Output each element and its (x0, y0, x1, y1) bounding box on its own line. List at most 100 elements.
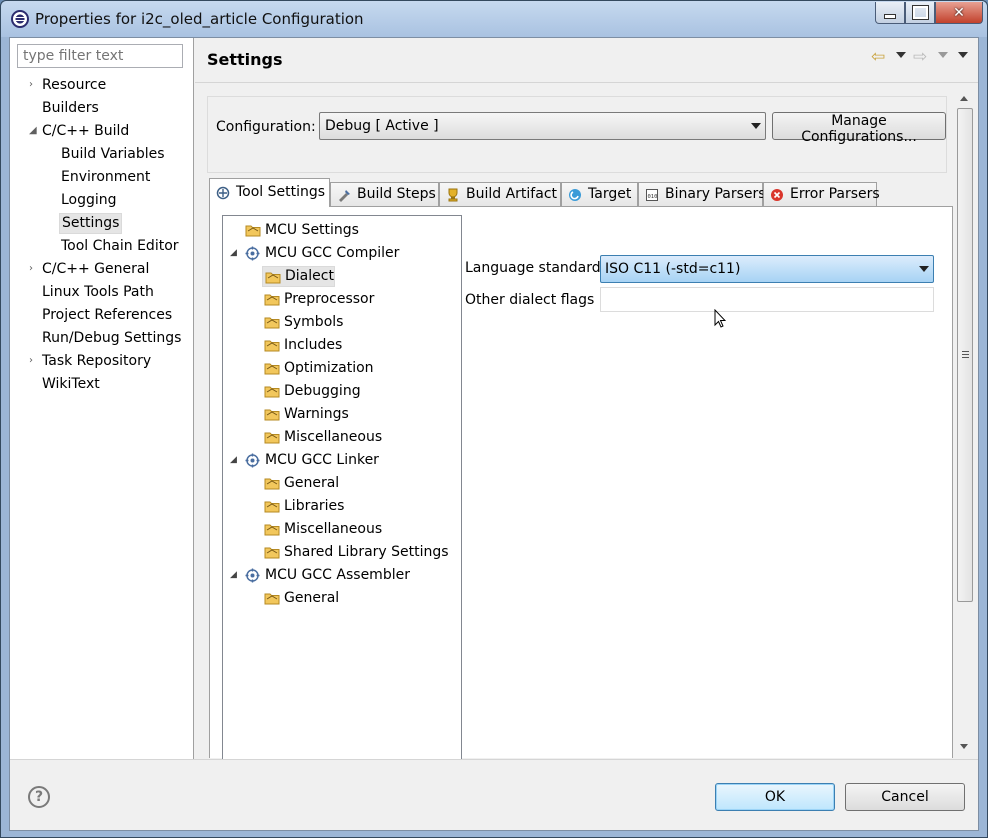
option-folder-icon (264, 292, 280, 306)
tool-settings-panel: MCU Settings ◢ MCU GCC Compiler Dialect Prep… (209, 206, 953, 760)
back-dropdown-icon[interactable] (896, 52, 906, 58)
target-icon (569, 188, 581, 201)
tool-gear-icon (245, 568, 260, 583)
option-folder-icon (245, 223, 261, 237)
tool-tree-item-mcu-gcc-linker[interactable]: MCU GCC Linker (243, 450, 379, 471)
forward-dropdown-icon[interactable] (938, 52, 948, 58)
collapse-arrow-icon[interactable]: ◢ (230, 570, 237, 580)
filter-input[interactable] (17, 44, 183, 68)
scroll-up-icon[interactable] (960, 96, 968, 101)
minimize-button[interactable] (875, 2, 905, 24)
header-divider (195, 82, 978, 83)
grip-icon (962, 351, 969, 358)
scrollbar-thumb[interactable] (957, 108, 973, 602)
scroll-down-icon[interactable] (960, 744, 968, 758)
ok-button[interactable]: OK (715, 783, 835, 811)
sidebar-item-logging[interactable]: Logging (61, 190, 117, 211)
build-artifact-icon (448, 188, 458, 201)
other-dialect-flags-input[interactable] (600, 287, 934, 312)
property-page-navigator: › ResourceBuilders ◢ C/C++ BuildBuild Varia… (10, 38, 194, 759)
tool-tree-item-libraries[interactable]: Libraries (262, 496, 344, 517)
tool-tree-item-includes[interactable]: Includes (262, 335, 342, 356)
forward-arrow-icon[interactable]: ⇨ (913, 47, 927, 67)
expand-arrow-icon[interactable]: › (29, 263, 33, 274)
eclipse-app-icon (11, 10, 29, 28)
sidebar-item-linux-tools-path[interactable]: Linux Tools Path (42, 282, 154, 303)
tool-tree-item-mcu-gcc-assembler[interactable]: MCU GCC Assembler (243, 565, 410, 586)
close-button[interactable]: ✕ (935, 2, 983, 24)
tool-tree-label: Optimization (284, 360, 374, 376)
tool-tree-label: MCU GCC Linker (265, 452, 379, 468)
tab-target[interactable]: Target (561, 182, 638, 206)
sidebar-item-task-repository[interactable]: Task Repository (42, 351, 151, 372)
sidebar-item-run-debug-settings[interactable]: Run/Debug Settings (42, 328, 181, 349)
language-standard-value: ISO C11 (-std=c11) (605, 261, 741, 277)
sidebar-item-c-c-build[interactable]: C/C++ Build (42, 121, 129, 142)
sidebar-item-wikitext[interactable]: WikiText (42, 374, 100, 395)
sidebar-item-builders[interactable]: Builders (42, 98, 99, 119)
sidebar-item-environment[interactable]: Environment (61, 167, 150, 188)
tool-tree-label: Debugging (284, 383, 361, 399)
option-folder-icon (264, 499, 280, 513)
tool-tree-item-warnings[interactable]: Warnings (262, 404, 349, 425)
vertical-scrollbar[interactable] (956, 92, 974, 756)
tool-tree-label: Warnings (284, 406, 349, 422)
svg-text:010: 010 (648, 194, 658, 200)
binary-parsers-icon: 010 (646, 188, 658, 201)
collapse-arrow-icon[interactable]: ◢ (29, 125, 37, 136)
back-arrow-icon[interactable]: ⇦ (871, 47, 885, 67)
properties-window: Properties for i2c_oled_article Configur… (0, 0, 988, 838)
cancel-button[interactable]: Cancel (845, 783, 965, 811)
title-bar[interactable]: Properties for i2c_oled_article Configur… (1, 1, 987, 37)
tab-build-artifact[interactable]: Build Artifact (439, 182, 561, 206)
tool-settings-icon (216, 186, 230, 200)
tab-tool-settings[interactable]: Tool Settings (209, 178, 330, 207)
tool-tree-item-preprocessor[interactable]: Preprocessor (262, 289, 374, 310)
tool-tree-label: Shared Library Settings (284, 544, 449, 560)
footer-divider (10, 759, 978, 760)
manage-configurations-button[interactable]: Manage Configurations... (772, 112, 946, 145)
mouse-cursor-icon (714, 309, 726, 328)
tool-tree-label: Preprocessor (284, 291, 375, 307)
tool-tree-item-miscellaneous[interactable]: Miscellaneous (262, 519, 382, 540)
option-folder-icon (264, 476, 280, 490)
help-icon[interactable]: ? (28, 786, 50, 808)
sidebar-item-build-variables[interactable]: Build Variables (61, 144, 165, 165)
tab-binary-parsers[interactable]: 010 Binary Parsers (638, 182, 766, 206)
tool-tree-item-shared-library-settings[interactable]: Shared Library Settings (262, 542, 449, 563)
tool-tree-item-symbols[interactable]: Symbols (262, 312, 343, 333)
tool-tree-item-optimization[interactable]: Optimization (262, 358, 374, 379)
minimize-icon (876, 2, 904, 23)
page-title: Settings (207, 50, 283, 69)
sidebar-item-c-c-general[interactable]: C/C++ General (42, 259, 149, 280)
tool-tree-item-dialect[interactable]: Dialect (262, 266, 335, 287)
build-steps-icon (339, 189, 350, 202)
tool-tree-label: Miscellaneous (284, 521, 383, 537)
sidebar-item-tool-chain-editor[interactable]: Tool Chain Editor (61, 236, 179, 257)
sidebar-item-resource[interactable]: Resource (42, 75, 106, 96)
tab-build-steps[interactable]: Build Steps (330, 182, 439, 206)
expand-arrow-icon[interactable]: › (29, 355, 33, 366)
maximize-button[interactable] (905, 2, 935, 24)
collapse-arrow-icon[interactable]: ◢ (230, 455, 237, 465)
expand-arrow-icon[interactable]: › (29, 79, 33, 90)
language-standard-select[interactable]: ISO C11 (-std=c11) (600, 255, 934, 283)
sidebar-item-project-references[interactable]: Project References (42, 305, 172, 326)
tool-tree-item-mcu-settings[interactable]: MCU Settings (243, 220, 359, 241)
tab-label: Error Parsers (790, 186, 880, 202)
maximize-icon (906, 2, 934, 23)
configuration-select[interactable]: Debug [ Active ] (319, 112, 766, 140)
view-menu-icon[interactable] (958, 52, 968, 58)
tool-tree-item-general[interactable]: General (262, 588, 339, 609)
tab-error-parsers[interactable]: Error Parsers (763, 182, 880, 206)
tool-tree-item-miscellaneous[interactable]: Miscellaneous (262, 427, 382, 448)
tool-tree-label: Dialect (285, 268, 334, 284)
tool-tree-label: MCU GCC Compiler (265, 245, 400, 261)
tool-tree-item-general[interactable]: General (262, 473, 339, 494)
collapse-arrow-icon[interactable]: ◢ (230, 248, 237, 258)
tool-gear-icon (245, 246, 260, 261)
tool-tree-item-mcu-gcc-compiler[interactable]: MCU GCC Compiler (243, 243, 399, 264)
sidebar-item-settings[interactable]: Settings (59, 213, 123, 234)
tool-tree-label: MCU GCC Assembler (265, 567, 410, 583)
tool-tree-item-debugging[interactable]: Debugging (262, 381, 361, 402)
